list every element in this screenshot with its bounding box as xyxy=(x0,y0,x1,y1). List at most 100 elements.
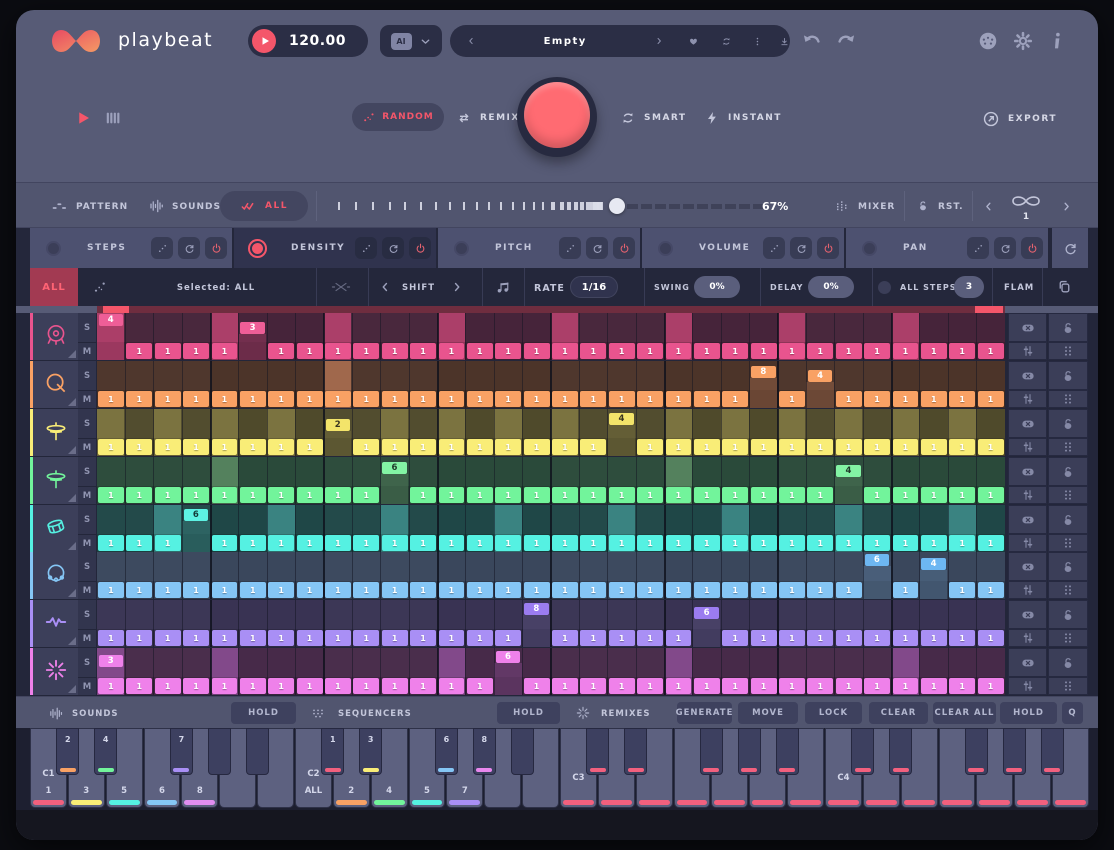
m-cell[interactable]: 1 xyxy=(353,343,379,359)
m-cell[interactable]: 1 xyxy=(297,678,323,694)
m-cell[interactable]: 1 xyxy=(212,678,238,694)
swing-value[interactable]: 0% xyxy=(694,276,740,298)
m-cell[interactable]: 1 xyxy=(779,487,805,503)
m-cell[interactable]: 1 xyxy=(978,391,1004,407)
m-cell[interactable]: 1 xyxy=(552,439,578,455)
tab-pan[interactable]: PAN xyxy=(846,228,1048,268)
m-cell[interactable]: 1 xyxy=(126,678,152,694)
step-badge[interactable]: 3 xyxy=(99,655,123,667)
row-s-label[interactable]: S xyxy=(78,648,96,677)
export-button[interactable]: EXPORT xyxy=(982,110,1057,128)
m-cell[interactable]: 1 xyxy=(751,678,777,694)
m-cell[interactable]: 1 xyxy=(353,487,379,503)
m-cell[interactable]: 1 xyxy=(807,678,833,694)
row-m-label[interactable]: M xyxy=(78,343,96,360)
m-cell[interactable]: 1 xyxy=(779,535,805,551)
m-cell[interactable]: 1 xyxy=(893,630,919,646)
step-badge[interactable]: 8 xyxy=(751,366,775,378)
m-cell[interactable]: 1 xyxy=(722,487,748,503)
remix-mode-button[interactable]: REMIX xyxy=(456,110,520,126)
m-cell[interactable]: 1 xyxy=(807,535,833,551)
m-cell[interactable]: 1 xyxy=(524,678,550,694)
m-cell[interactable]: 1 xyxy=(609,535,635,551)
instrument-tom[interactable] xyxy=(30,505,78,552)
save-preset-button[interactable] xyxy=(779,34,790,49)
m-cell[interactable]: 1 xyxy=(240,391,266,407)
m-cell[interactable]: 1 xyxy=(921,439,947,455)
row-drag-handle[interactable] xyxy=(1048,629,1088,647)
tab-volume[interactable]: VOLUME xyxy=(642,228,844,268)
m-cell[interactable]: 1 xyxy=(694,535,720,551)
instrument-expand-corner[interactable] xyxy=(68,685,76,693)
m-cell[interactable]: 1 xyxy=(666,535,692,551)
step-badge[interactable]: 2 xyxy=(326,419,350,431)
m-cell[interactable]: 1 xyxy=(353,678,379,694)
row-drag-handle[interactable] xyxy=(1048,677,1088,695)
m-cell[interactable]: 1 xyxy=(836,678,862,694)
undo-button[interactable] xyxy=(800,30,824,52)
m-cell[interactable]: 1 xyxy=(921,487,947,503)
m-cell[interactable]: 1 xyxy=(524,487,550,503)
m-cell[interactable]: 1 xyxy=(751,487,777,503)
m-cell[interactable]: 1 xyxy=(524,582,550,598)
tab-refresh-icon[interactable] xyxy=(994,237,1016,259)
step-badge[interactable]: 4 xyxy=(99,314,123,326)
reset-lock-icon[interactable] xyxy=(916,199,930,213)
m-cell[interactable]: 1 xyxy=(98,487,124,503)
tab-power-icon[interactable] xyxy=(409,237,431,259)
m-cell[interactable]: 1 xyxy=(949,391,975,407)
m-cell[interactable]: 1 xyxy=(836,439,862,455)
preview-play-button[interactable] xyxy=(74,109,92,127)
m-cell[interactable]: 1 xyxy=(467,487,493,503)
m-cell[interactable]: 1 xyxy=(893,439,919,455)
m-cell[interactable]: 1 xyxy=(183,582,209,598)
m-cell[interactable]: 1 xyxy=(722,343,748,359)
m-cell[interactable]: 1 xyxy=(836,630,862,646)
row-clear-button[interactable] xyxy=(1008,505,1047,534)
m-cell[interactable]: 1 xyxy=(978,487,1004,503)
m-cell[interactable]: 1 xyxy=(637,582,663,598)
m-cell[interactable]: 1 xyxy=(580,678,606,694)
m-cell[interactable]: 1 xyxy=(666,343,692,359)
row-mixer-button[interactable] xyxy=(1008,677,1047,695)
m-cell[interactable]: 1 xyxy=(325,582,351,598)
row-m-label[interactable]: M xyxy=(78,535,96,552)
split-icon[interactable] xyxy=(331,279,351,295)
instrument-expand-corner[interactable] xyxy=(68,542,76,550)
row-clear-button[interactable] xyxy=(1008,600,1047,629)
tab-radio[interactable] xyxy=(250,241,265,256)
m-cell[interactable]: 1 xyxy=(410,535,436,551)
m-cell[interactable]: 1 xyxy=(183,439,209,455)
row-m-label[interactable]: M xyxy=(78,630,96,647)
infinity-icon[interactable] xyxy=(1000,191,1052,211)
tab-radio[interactable] xyxy=(46,241,61,256)
tab-refresh-icon[interactable] xyxy=(382,237,404,259)
m-cell[interactable]: 1 xyxy=(978,343,1004,359)
m-cell[interactable]: 1 xyxy=(495,391,521,407)
row-drag-handle[interactable] xyxy=(1048,390,1088,408)
m-cell[interactable]: 1 xyxy=(552,487,578,503)
all-rows-button[interactable]: ALL xyxy=(220,191,308,221)
m-cell[interactable]: 1 xyxy=(864,391,890,407)
m-cell[interactable]: 1 xyxy=(495,535,521,551)
m-cell[interactable]: 1 xyxy=(637,630,663,646)
row-s-label[interactable]: S xyxy=(78,552,96,581)
step-badge[interactable]: 6 xyxy=(694,607,718,619)
m-cell[interactable]: 1 xyxy=(949,630,975,646)
m-cell[interactable]: 1 xyxy=(268,343,294,359)
m-cell[interactable]: 1 xyxy=(552,343,578,359)
m-cell[interactable]: 1 xyxy=(552,678,578,694)
tab-power-icon[interactable] xyxy=(613,237,635,259)
m-cell[interactable]: 1 xyxy=(864,678,890,694)
m-cell[interactable]: 1 xyxy=(439,343,465,359)
tab-radio[interactable] xyxy=(658,241,673,256)
tab-refresh-icon[interactable] xyxy=(790,237,812,259)
m-cell[interactable]: 1 xyxy=(580,487,606,503)
bottom-button-clear-all[interactable]: CLEAR ALL xyxy=(933,702,996,724)
sounds-hold-button[interactable]: HOLD xyxy=(231,702,296,724)
m-cell[interactable]: 1 xyxy=(949,487,975,503)
row-lock-button[interactable] xyxy=(1048,361,1088,390)
pattern-next-button[interactable] xyxy=(1060,200,1073,213)
tab-radio[interactable] xyxy=(454,241,469,256)
black-key[interactable] xyxy=(738,728,761,775)
